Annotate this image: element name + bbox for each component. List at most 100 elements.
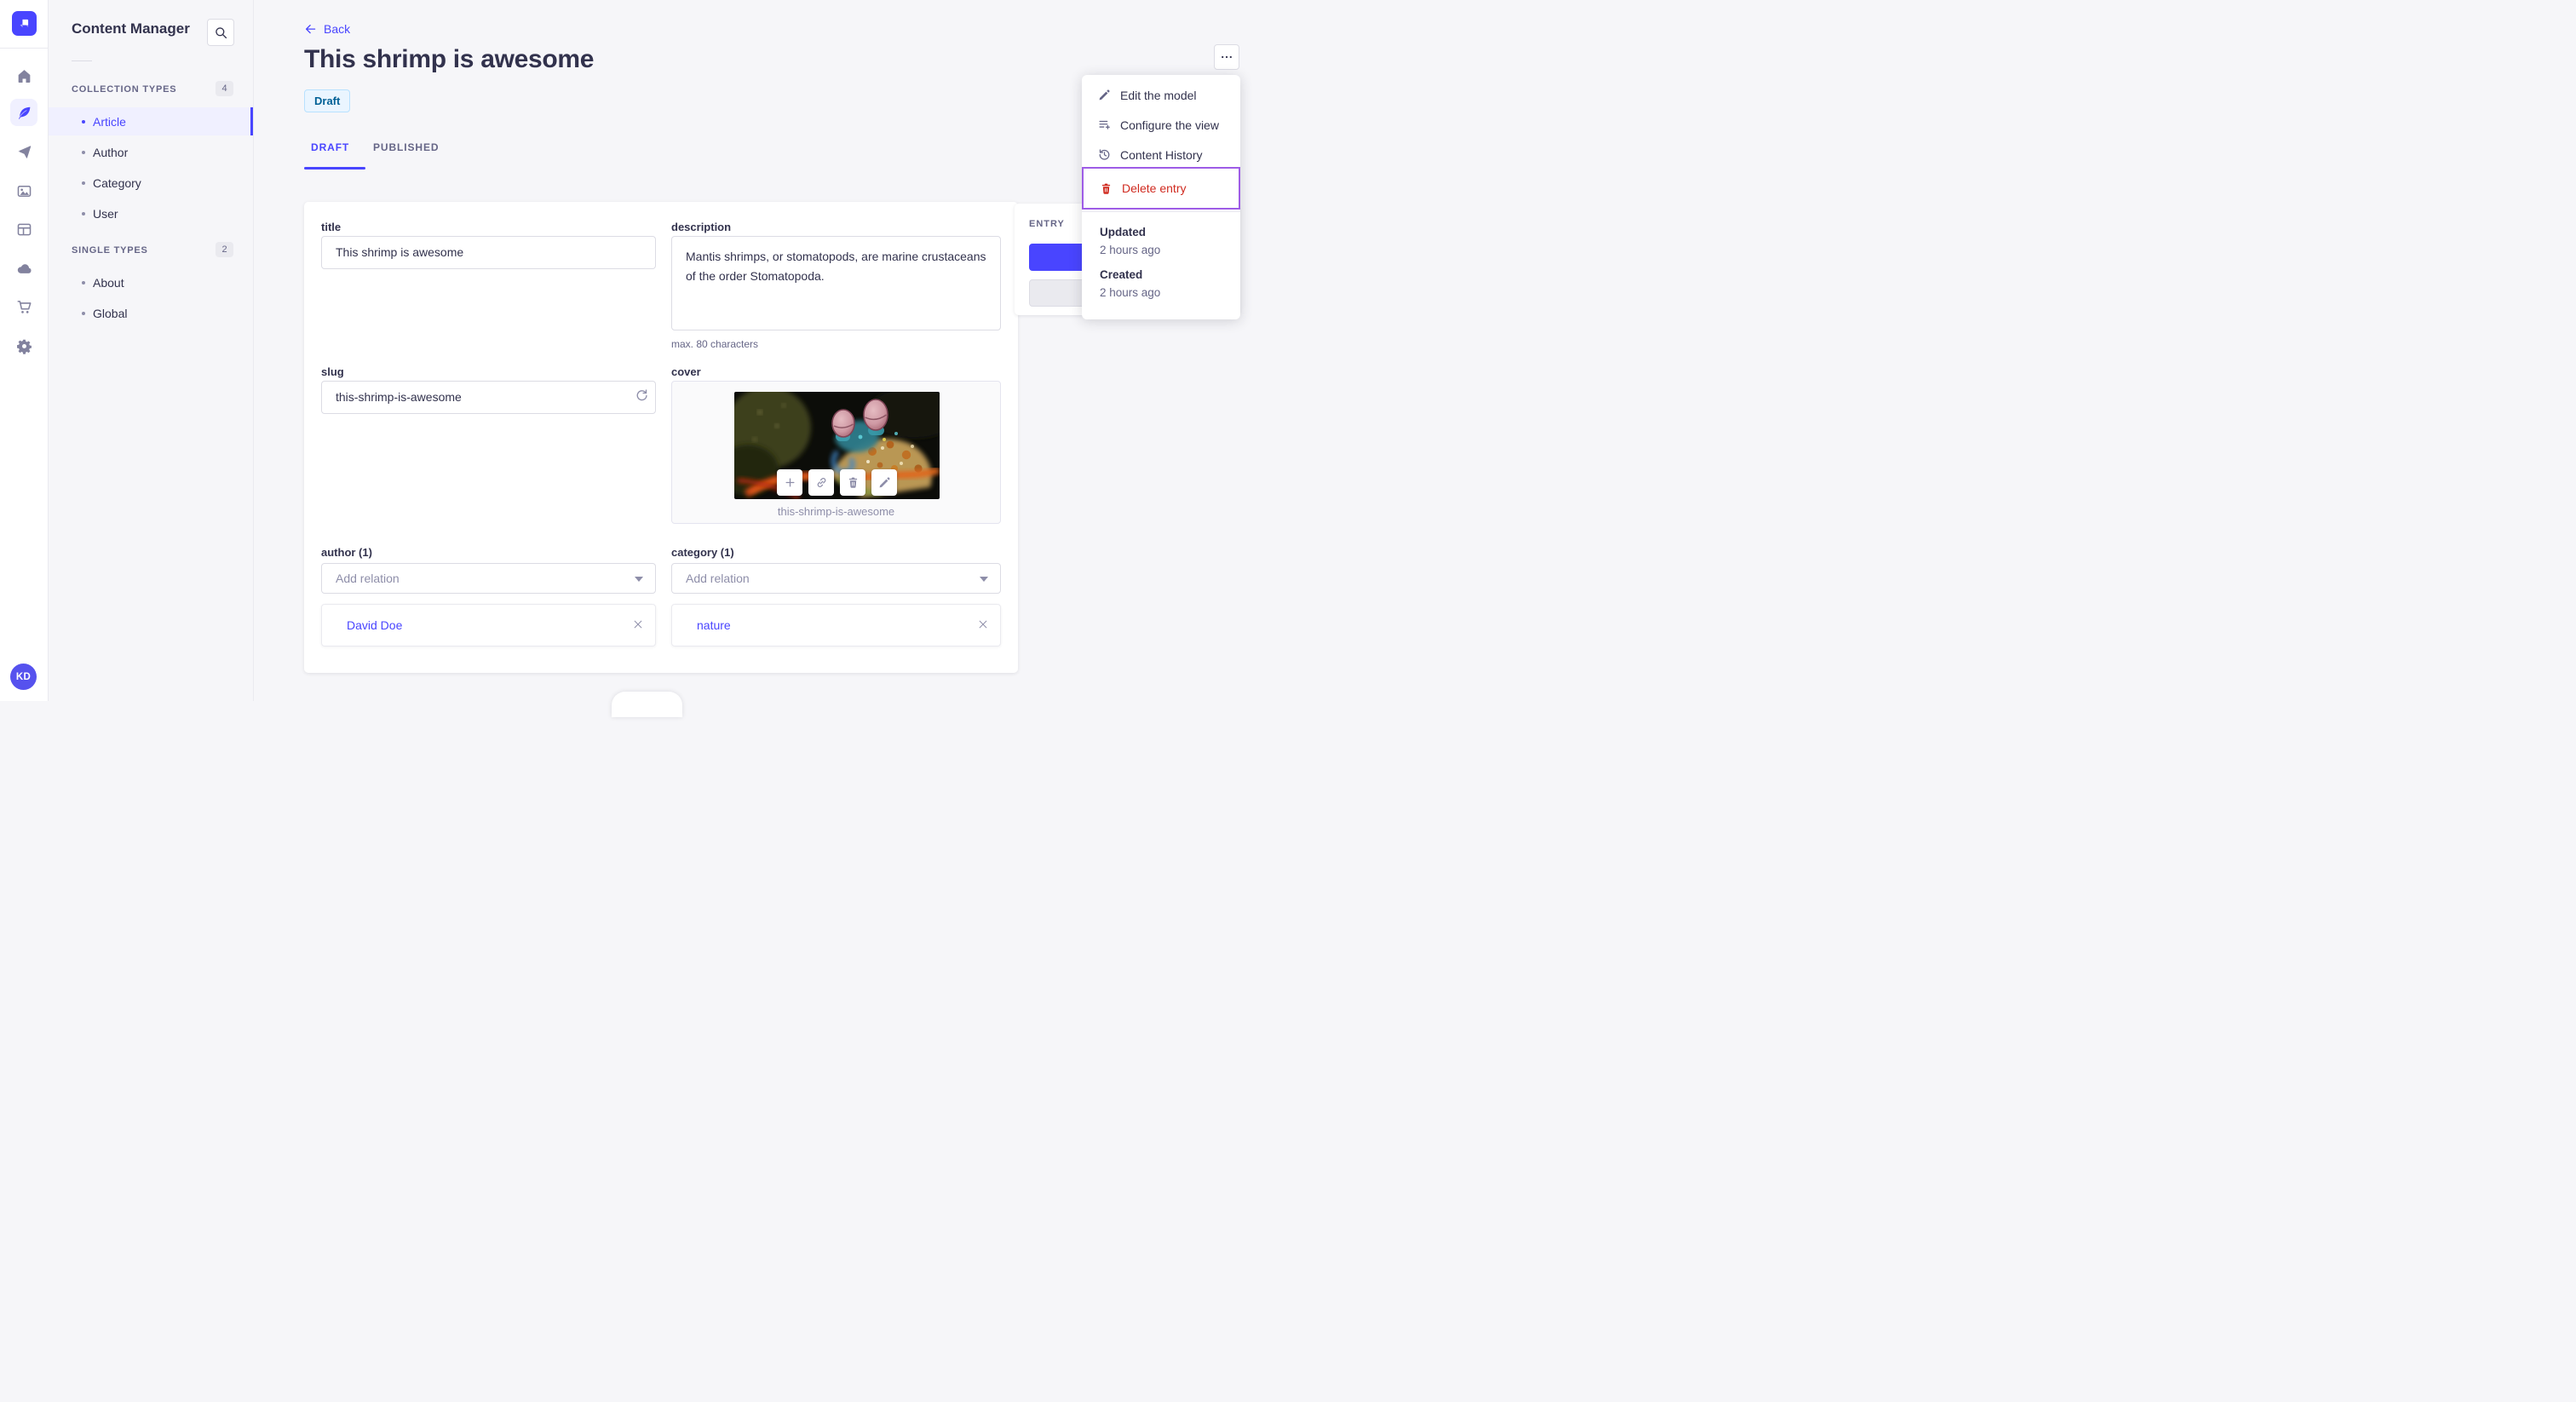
trash-icon — [848, 477, 857, 488]
feather-icon — [18, 106, 30, 119]
strapi-logo[interactable] — [12, 11, 37, 36]
sidebar-divider — [72, 60, 92, 61]
category-relation-link[interactable]: nature — [697, 605, 731, 646]
author-relation-select[interactable]: Add relation — [321, 563, 656, 594]
close-icon — [634, 620, 642, 629]
menu-item-label: Configure the view — [1120, 118, 1219, 132]
content-manager-sidebar: Content Manager COLLECTION TYPES 4 Artic… — [49, 0, 254, 701]
tab-published[interactable]: PUBLISHED — [373, 141, 439, 158]
copy-link-button[interactable] — [808, 469, 834, 496]
category-field-label: category (1) — [671, 546, 734, 559]
edit-form-card: title This shrimp is awesome description… — [304, 202, 1018, 673]
menu-item-label: Content History — [1120, 147, 1203, 162]
entry-panel-title: ENTRY — [1029, 219, 1065, 229]
delete-media-button[interactable] — [840, 469, 865, 496]
sidebar-item-user[interactable]: User — [49, 199, 253, 227]
more-actions-button[interactable] — [1214, 44, 1239, 70]
bullet-icon — [82, 311, 85, 315]
collection-types-count: 4 — [216, 81, 233, 96]
description-field-label: description — [671, 221, 732, 233]
sidebar-item-home[interactable] — [10, 62, 37, 89]
sidebar-item-label: Author — [93, 145, 129, 159]
sidebar-item-content-manager[interactable] — [10, 99, 37, 126]
main-nav-rail: KD — [0, 0, 49, 701]
category-relation-item: nature — [671, 604, 1001, 646]
page-title: This shrimp is awesome — [304, 45, 595, 73]
sidebar-item-content-type-builder[interactable] — [10, 215, 37, 243]
updated-label: Updated — [1100, 226, 1146, 238]
sidebar-title: Content Manager — [72, 20, 190, 37]
menu-item-content-history[interactable]: Content History — [1082, 140, 1240, 170]
sidebar-item-label: Article — [93, 114, 126, 129]
cart-icon — [17, 300, 31, 313]
updated-value: 2 hours ago — [1100, 244, 1161, 256]
status-badge: Draft — [304, 89, 351, 112]
bullet-icon — [82, 150, 85, 154]
tab-draft[interactable]: DRAFT — [311, 141, 349, 158]
active-tab-underline — [304, 167, 365, 170]
close-icon — [979, 620, 987, 629]
sidebar-item-global[interactable]: Global — [49, 299, 253, 327]
cover-field: this-shrimp-is-awesome — [671, 381, 1001, 524]
sidebar-item-author[interactable]: Author — [49, 138, 253, 166]
slug-input[interactable]: this-shrimp-is-awesome — [321, 381, 656, 414]
category-relation-select[interactable]: Add relation — [671, 563, 1001, 594]
author-relation-item: David Doe — [321, 604, 656, 646]
search-button[interactable] — [207, 19, 234, 46]
refresh-icon — [636, 389, 647, 401]
title-field-label: title — [321, 221, 342, 233]
menu-item-label: Edit the model — [1120, 88, 1197, 102]
menu-divider — [1082, 211, 1240, 212]
rail-divider — [0, 48, 48, 49]
media-icon — [17, 185, 31, 197]
sidebar-item-releases[interactable] — [10, 138, 37, 165]
bullet-icon — [82, 280, 85, 284]
pencil-icon — [879, 477, 890, 488]
sidebar-item-label: User — [93, 206, 118, 221]
plus-icon — [785, 478, 794, 487]
back-arrow-icon — [305, 24, 316, 33]
sidebar-item-marketplace[interactable] — [10, 293, 37, 320]
category-select-placeholder: Add relation — [686, 572, 750, 585]
back-link[interactable]: Back — [304, 22, 350, 36]
gear-icon — [16, 339, 32, 354]
sidebar-item-article[interactable]: Article — [49, 107, 253, 135]
cover-action-bar — [777, 469, 897, 496]
single-types-count: 2 — [216, 242, 233, 257]
home-icon — [18, 69, 30, 83]
sidebar-item-label: Category — [93, 175, 141, 190]
cloud-icon — [17, 263, 31, 273]
author-select-placeholder: Add relation — [336, 572, 400, 585]
caret-down-icon — [980, 577, 988, 582]
remove-author-button[interactable] — [632, 618, 644, 630]
bullet-icon — [82, 119, 85, 124]
menu-item-label: Delete entry — [1122, 181, 1187, 195]
author-field-label: author (1) — [321, 546, 372, 559]
sidebar-item-deploy[interactable] — [10, 255, 37, 282]
sidebar-item-settings[interactable] — [10, 332, 37, 359]
menu-item-configure-view[interactable]: Configure the view — [1082, 110, 1240, 140]
avatar[interactable]: KD — [10, 664, 37, 690]
menu-item-edit-model[interactable]: Edit the model — [1082, 80, 1240, 110]
created-value: 2 hours ago — [1100, 286, 1161, 299]
title-input[interactable]: This shrimp is awesome — [321, 236, 656, 269]
strapi-logo-icon — [20, 19, 29, 28]
trash-icon — [1100, 182, 1113, 195]
cover-field-label: cover — [671, 365, 701, 378]
more-dots-icon — [1222, 55, 1232, 59]
menu-item-delete-entry[interactable]: Delete entry — [1082, 167, 1240, 210]
description-textarea[interactable]: Mantis shrimps, or stomatopods, are mari… — [671, 236, 1001, 330]
add-media-button[interactable] — [777, 469, 802, 496]
sidebar-item-category[interactable]: Category — [49, 169, 253, 197]
sidebar-item-about[interactable]: About — [49, 268, 253, 296]
edit-media-button[interactable] — [871, 469, 897, 496]
author-relation-link[interactable]: David Doe — [347, 605, 402, 646]
history-icon — [1098, 148, 1111, 161]
bullet-icon — [82, 211, 85, 215]
collapsed-bottom-pill[interactable] — [612, 692, 682, 717]
description-hint: max. 80 characters — [671, 338, 759, 350]
sidebar-item-media-library[interactable] — [10, 177, 37, 204]
caret-down-icon — [635, 577, 643, 582]
remove-category-button[interactable] — [977, 618, 989, 630]
more-actions-menu: Edit the model Configure the view Conten… — [1082, 75, 1240, 319]
